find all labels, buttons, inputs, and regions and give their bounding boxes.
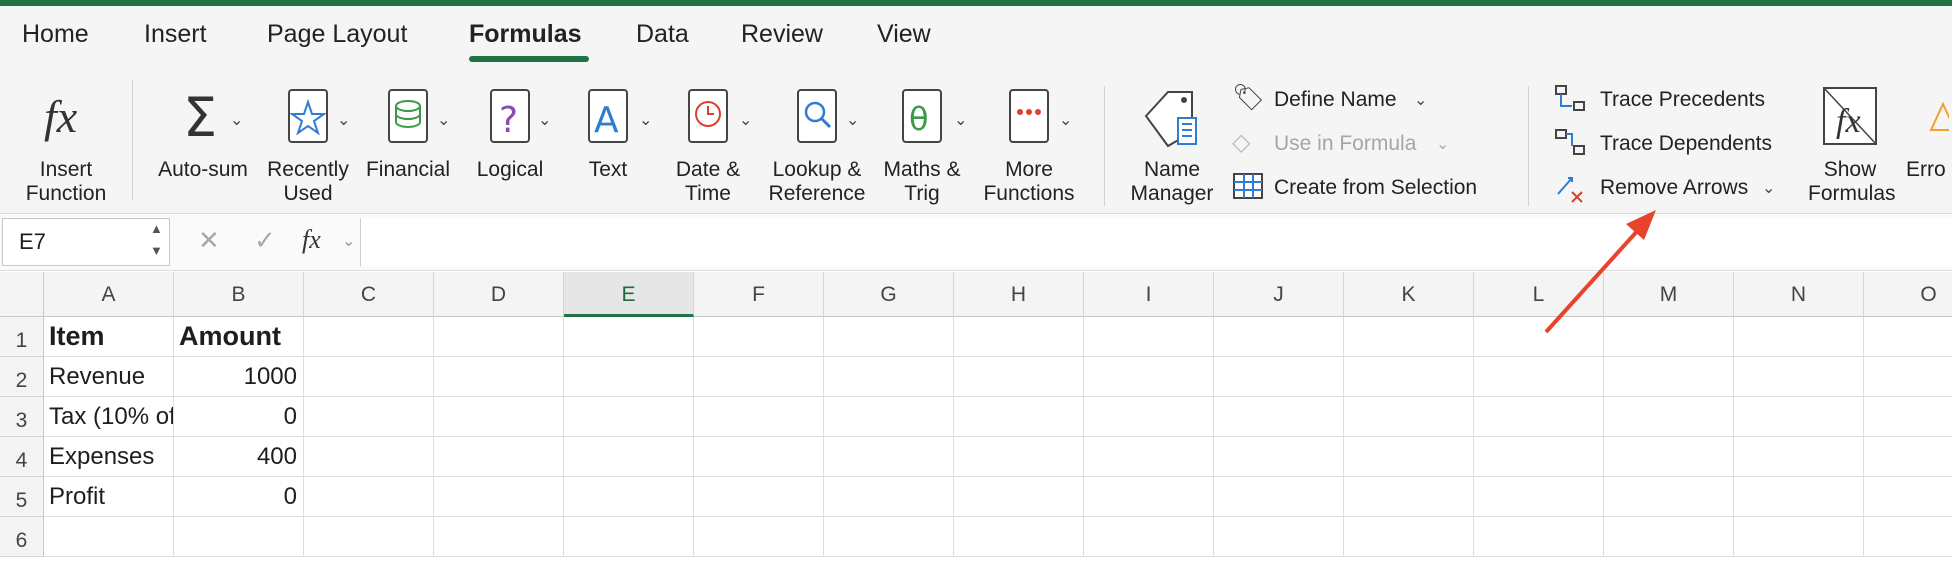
annotation-arrow <box>1544 210 1656 334</box>
